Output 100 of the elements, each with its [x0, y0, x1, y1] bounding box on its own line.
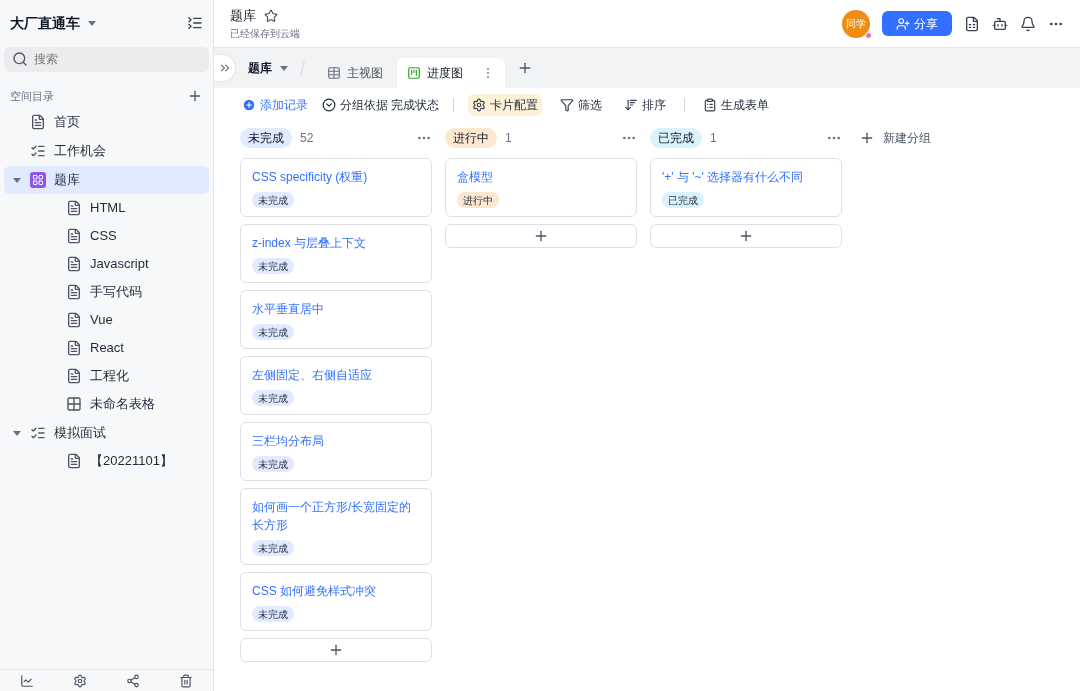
toolbar-button[interactable]: 生成表单 — [699, 94, 774, 116]
sidebar-item[interactable]: CSS — [4, 222, 209, 250]
sidebar-item[interactable]: 模拟面试 — [4, 419, 209, 447]
chart-icon[interactable] — [19, 673, 34, 688]
trash-icon[interactable] — [179, 673, 194, 688]
record-card[interactable]: CSS 如何避免样式冲突 未完成 — [240, 572, 432, 631]
section-title: 空间目录 — [10, 88, 54, 104]
settings-icon — [472, 98, 487, 112]
group-tag: 未完成 — [240, 128, 292, 148]
card-title: 三栏均分布局 — [252, 433, 325, 450]
plus-icon — [738, 228, 754, 244]
status-tag: 已完成 — [662, 192, 704, 208]
group-count: 1 — [505, 130, 512, 147]
document-icon — [66, 256, 82, 272]
robot-icon[interactable] — [992, 15, 1008, 32]
document-icon — [66, 312, 82, 328]
card-title: CSS 如何避免样式冲突 — [252, 583, 377, 600]
record-card[interactable]: CSS specificity (权重) 未完成 — [240, 158, 432, 217]
record-card[interactable]: 三栏均分布局 未完成 — [240, 422, 432, 481]
grid-icon — [327, 66, 341, 80]
card-title: CSS specificity (权重) — [252, 169, 369, 186]
record-card[interactable]: z-index 与层叠上下文 未完成 — [240, 224, 432, 283]
caret-icon[interactable] — [13, 177, 21, 183]
group-by-button[interactable]: 分组依据 完成状态 — [322, 96, 440, 114]
share-button[interactable]: 分享 — [882, 11, 952, 36]
caret-icon[interactable] — [88, 20, 96, 26]
card-title: 水平垂直居中 — [252, 301, 325, 318]
table-selector[interactable]: 题库 — [248, 59, 288, 77]
add-view-icon[interactable] — [517, 60, 533, 76]
database-icon — [30, 172, 46, 188]
document-icon — [66, 228, 82, 244]
sidebar-item[interactable]: 【20221101】 — [4, 447, 209, 475]
status-tag: 未完成 — [252, 606, 294, 622]
sidebar-item[interactable]: 工作机会 — [4, 137, 209, 165]
record-card[interactable]: 左侧固定、右侧自适应 未完成 — [240, 356, 432, 415]
view-tab[interactable]: 主视图 — [317, 58, 393, 88]
add-user-icon — [896, 16, 910, 31]
sidebar-item[interactable]: 题库 — [4, 166, 209, 194]
plus-icon — [328, 642, 344, 658]
status-tag: 未完成 — [252, 324, 294, 340]
record-card[interactable]: 盒模型 进行中 — [445, 158, 637, 217]
status-tag: 未完成 — [252, 258, 294, 274]
kanban-icon — [407, 66, 421, 80]
toolbar-button[interactable]: 筛选 — [556, 94, 607, 116]
card-title: 盒模型 — [457, 169, 494, 186]
chevron-icon — [322, 98, 336, 112]
workspace-name[interactable]: 大厂直通车 — [10, 12, 80, 34]
plus-icon — [533, 228, 549, 244]
record-card[interactable]: '+' 与 '~' 选择器有什么不同 已完成 — [650, 158, 842, 217]
card-title: '+' 与 '~' 选择器有什么不同 — [662, 169, 805, 186]
search-field[interactable]: 搜索 — [4, 46, 209, 72]
page-title: 题库 — [230, 7, 256, 26]
sidebar-item[interactable]: Vue — [4, 306, 209, 334]
status-tag: 未完成 — [252, 456, 294, 472]
sidebar-item[interactable]: HTML — [4, 194, 209, 222]
record-card[interactable]: 水平垂直居中 未完成 — [240, 290, 432, 349]
group-count: 1 — [710, 130, 717, 147]
document-icon — [66, 200, 82, 216]
document-icon — [66, 284, 82, 300]
sort-icon — [624, 98, 639, 112]
toolbar-button[interactable]: 卡片配置 — [468, 94, 543, 116]
search-icon — [12, 51, 28, 67]
filter-icon — [560, 98, 575, 112]
status-tag: 进行中 — [457, 192, 499, 208]
document-icon — [66, 368, 82, 384]
card-title: 左侧固定、右侧自适应 — [252, 367, 373, 384]
sidebar-item[interactable]: 未命名表格 — [4, 390, 209, 418]
sidebar-item[interactable]: 手写代码 — [4, 278, 209, 306]
collapse-sidebar-icon[interactable] — [187, 15, 203, 31]
plus-icon — [859, 130, 875, 146]
sidebar-item[interactable]: 工程化 — [4, 362, 209, 390]
list-icon — [30, 143, 46, 159]
group-count: 52 — [300, 130, 314, 147]
sidebar-item[interactable]: Javascript — [4, 250, 209, 278]
document-icon[interactable] — [964, 15, 980, 32]
group-tag: 已完成 — [650, 128, 702, 148]
caret-icon[interactable] — [13, 430, 21, 436]
caret-icon[interactable] — [280, 65, 288, 71]
notification-icon[interactable] — [1020, 15, 1036, 32]
share-icon[interactable] — [126, 673, 141, 688]
expand-sidebar-icon[interactable] — [214, 54, 236, 82]
card-title: 如何画一个正方形/长宽固定的长方形 — [252, 499, 413, 534]
sidebar-item[interactable]: React — [4, 334, 209, 362]
sidebar-item[interactable]: 首页 — [4, 108, 209, 136]
record-card[interactable]: 如何画一个正方形/长宽固定的长方形 未完成 — [240, 488, 432, 565]
star-icon[interactable] — [264, 9, 278, 23]
add-icon — [242, 98, 256, 112]
status-tag: 未完成 — [252, 540, 294, 556]
table-icon — [66, 396, 82, 412]
status-tag: 未完成 — [252, 192, 294, 208]
view-tab[interactable]: 进度图 — [397, 58, 505, 88]
card-title: z-index 与层叠上下文 — [252, 235, 368, 252]
document-icon — [66, 340, 82, 356]
group-tag: 进行中 — [445, 128, 497, 148]
settings-icon[interactable] — [72, 673, 87, 688]
save-status: 已经保存到云端 — [230, 26, 300, 41]
new-group-button[interactable]: 新建分组 — [859, 126, 931, 150]
add-record-button[interactable]: 添加记录 — [242, 96, 308, 114]
toolbar-button[interactable]: 排序 — [620, 94, 671, 116]
form-icon — [703, 98, 718, 112]
